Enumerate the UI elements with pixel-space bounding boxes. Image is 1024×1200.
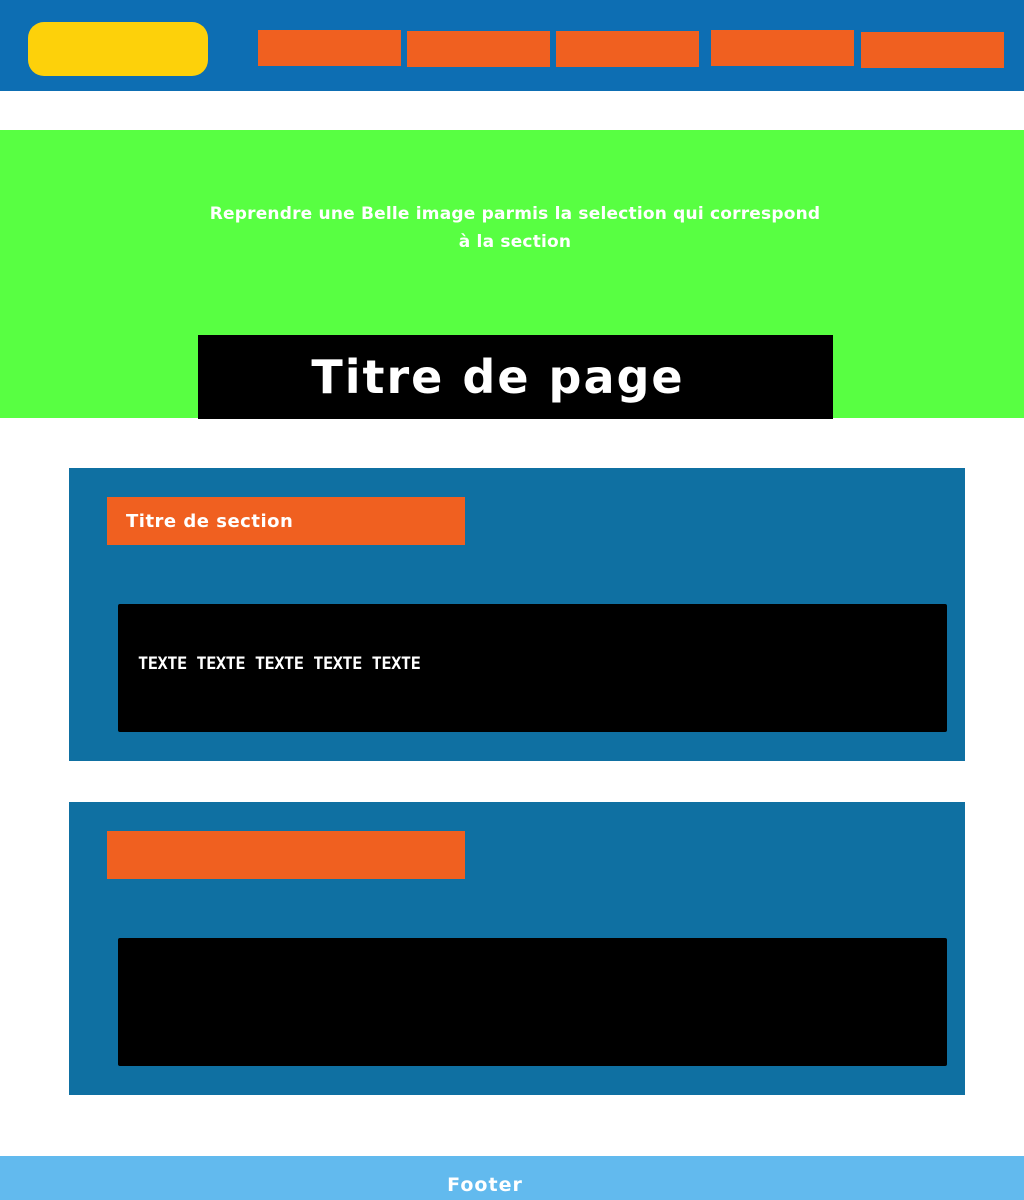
section-text-block: TEXTE TEXTE TEXTE TEXTE TEXTE xyxy=(118,604,947,732)
site-header xyxy=(0,0,1024,91)
nav-item-5[interactable] xyxy=(861,32,1004,68)
hero-image-note: Reprendre une Belle image parmis la sele… xyxy=(200,200,830,256)
nav-item-1[interactable] xyxy=(258,30,401,66)
page-title-box: Titre de page xyxy=(198,335,833,419)
content-section-1: Titre de section TEXTE TEXTE TEXTE TEXTE… xyxy=(69,468,965,761)
section-text: TEXTE TEXTE TEXTE TEXTE TEXTE xyxy=(138,654,421,674)
section-title-box: Titre de section xyxy=(107,497,465,545)
section-title-box xyxy=(107,831,465,879)
hero-note-line-2: à la section xyxy=(458,232,572,252)
nav-item-2[interactable] xyxy=(407,31,550,67)
footer-label: Footer xyxy=(447,1174,523,1196)
nav-item-3[interactable] xyxy=(556,31,699,67)
site-footer: Footer xyxy=(0,1156,1024,1200)
hero-note-line-1: Reprendre une Belle image parmis la sele… xyxy=(209,204,821,224)
logo-placeholder[interactable] xyxy=(28,22,208,76)
nav-item-4[interactable] xyxy=(711,30,854,66)
page-title: Titre de page xyxy=(311,350,685,404)
page: Reprendre une Belle image parmis la sele… xyxy=(0,0,1024,1200)
content-section-2 xyxy=(69,802,965,1095)
section-title: Titre de section xyxy=(126,511,294,532)
section-text-block xyxy=(118,938,947,1066)
